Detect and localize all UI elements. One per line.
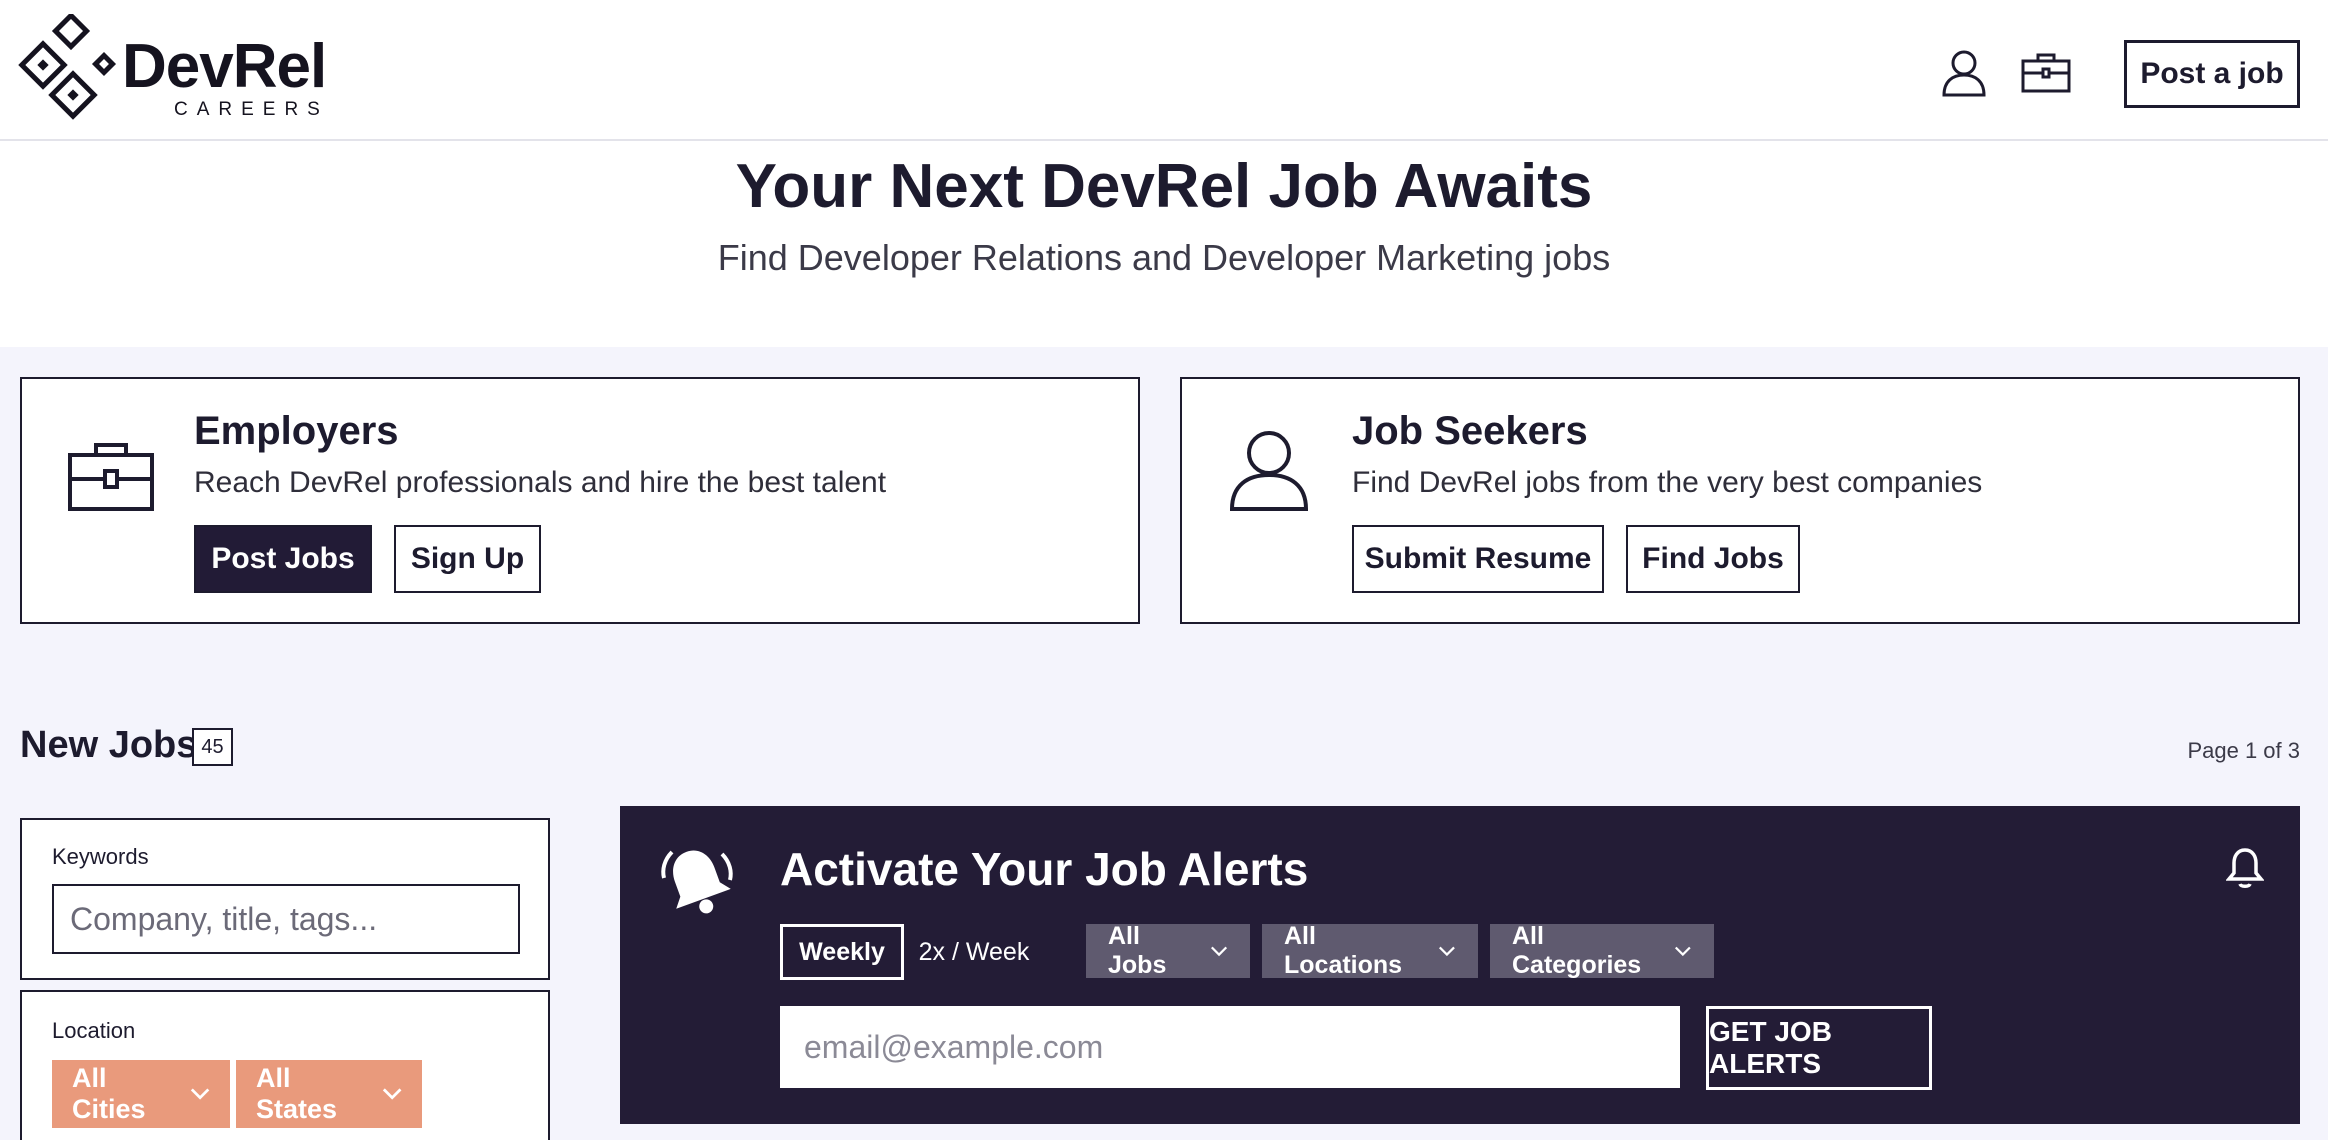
- all-states-label: All States: [256, 1063, 338, 1124]
- frequency-twice-weekly-option[interactable]: 2x / Week: [916, 924, 1032, 980]
- find-jobs-button[interactable]: Find Jobs: [1626, 525, 1800, 593]
- page-indicator: Page 1 of 3: [2187, 738, 2300, 763]
- all-cities-label: All Cities: [72, 1063, 146, 1124]
- employers-description: Reach DevRel professionals and hire the …: [194, 466, 887, 499]
- all-jobs-label: All Jobs: [1108, 922, 1167, 979]
- chevron-down-icon: [382, 1088, 402, 1100]
- all-cities-dropdown[interactable]: All Cities: [52, 1060, 230, 1128]
- employers-title: Employers: [194, 409, 399, 453]
- job-alerts-panel: Activate Your Job Alerts Weekly 2x / Wee…: [620, 806, 2300, 1124]
- hero-subtitle: Find Developer Relations and Developer M…: [717, 237, 1611, 278]
- keywords-input[interactable]: [52, 884, 520, 954]
- ringing-bell-icon: [661, 850, 733, 914]
- chevron-down-icon: [1439, 946, 1456, 957]
- chevron-down-icon: [1210, 946, 1227, 957]
- post-jobs-button[interactable]: Post Jobs: [194, 525, 372, 593]
- sign-up-button[interactable]: Sign Up: [394, 525, 541, 593]
- job-seekers-description: Find DevRel jobs from the very best comp…: [1352, 466, 1983, 499]
- chevron-down-icon: [190, 1088, 210, 1100]
- all-states-dropdown[interactable]: All States: [236, 1060, 422, 1128]
- alert-email-input[interactable]: [780, 1006, 1680, 1088]
- logo-tagline: CAREERS: [174, 99, 329, 120]
- location-filter: Location All Cities All States: [20, 990, 550, 1140]
- all-categories-dropdown[interactable]: All Categories: [1490, 922, 1714, 979]
- new-jobs-heading: New Jobs: [20, 724, 198, 766]
- keywords-filter: Keywords: [20, 818, 550, 980]
- job-alerts-title: Activate Your Job Alerts: [780, 843, 1309, 895]
- devrel-careers-logo[interactable]: DevRel CAREERS: [18, 14, 328, 128]
- location-label: Location: [52, 1018, 136, 1043]
- top-navigation: DevRel CAREERS Post a job: [0, 0, 2328, 141]
- bell-icon[interactable]: [2226, 846, 2264, 890]
- get-job-alerts-button[interactable]: GET JOB ALERTS: [1706, 1006, 1932, 1090]
- all-locations-dropdown[interactable]: All Locations: [1262, 922, 1478, 979]
- job-seekers-card: Job Seekers Find DevRel jobs from the ve…: [1180, 377, 2300, 624]
- logo-wordmark: DevRel: [122, 32, 327, 101]
- user-icon: [1229, 431, 1309, 511]
- chevron-down-icon: [1675, 946, 1692, 957]
- keywords-label: Keywords: [52, 844, 149, 869]
- submit-resume-button[interactable]: Submit Resume: [1352, 525, 1604, 593]
- all-jobs-dropdown[interactable]: All Jobs: [1086, 922, 1250, 979]
- logo-diamond-icon: [18, 14, 117, 120]
- jobs-count-badge: 45: [192, 728, 233, 766]
- briefcase-icon[interactable]: [2020, 47, 2072, 99]
- hero-section: Your Next DevRel Job Awaits Find Develop…: [0, 141, 2328, 347]
- all-locations-label: All Locations: [1284, 922, 1403, 979]
- frequency-weekly-option[interactable]: Weekly: [780, 924, 904, 980]
- briefcase-icon: [68, 443, 154, 511]
- hero-title: Your Next DevRel Job Awaits: [735, 152, 1593, 221]
- post-a-job-button[interactable]: Post a job: [2124, 40, 2300, 108]
- user-icon[interactable]: [1938, 47, 1990, 99]
- job-seekers-title: Job Seekers: [1352, 409, 1588, 453]
- all-categories-label: All Categories: [1512, 922, 1642, 979]
- employers-card: Employers Reach DevRel professionals and…: [20, 377, 1140, 624]
